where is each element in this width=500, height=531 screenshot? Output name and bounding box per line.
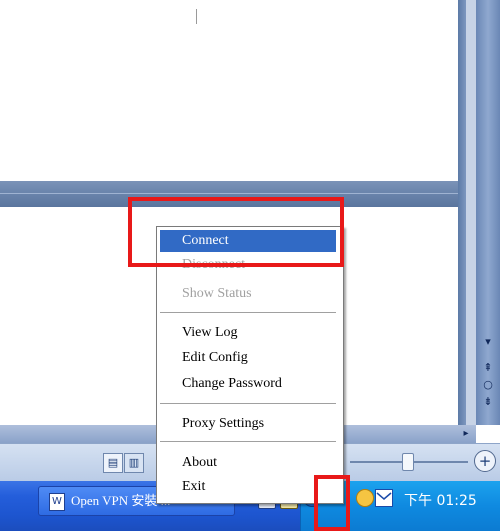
menu-separator xyxy=(160,441,336,444)
full-screen-reading-view-icon[interactable]: ▥ xyxy=(124,453,144,473)
menu-item-proxy-settings[interactable]: Proxy Settings xyxy=(160,413,336,435)
previous-page-icon[interactable]: ⇞ xyxy=(478,360,498,376)
scroll-right-arrow-icon[interactable]: ▸ xyxy=(458,427,474,441)
zoom-in-icon[interactable]: + xyxy=(474,450,496,472)
text-cursor xyxy=(196,9,197,24)
menu-separator xyxy=(160,403,336,406)
mail-icon[interactable] xyxy=(375,489,393,507)
print-layout-view-icon[interactable]: ▤ xyxy=(103,453,123,473)
menu-item-exit[interactable]: Exit xyxy=(160,476,336,498)
menu-item-about[interactable]: About xyxy=(160,452,336,474)
menu-separator xyxy=(160,312,336,315)
word-document-icon: W xyxy=(49,493,65,511)
menu-item-view-log[interactable]: View Log xyxy=(160,322,336,344)
taskbar-clock[interactable]: 下午 01:25 xyxy=(404,490,477,510)
menu-item-change-password[interactable]: Change Password xyxy=(160,373,336,395)
scrollbar-track[interactable] xyxy=(466,0,476,425)
document-page-top xyxy=(0,0,458,181)
scroll-down-arrow-icon[interactable]: ▾ xyxy=(478,334,498,350)
openvpn-context-menu: Connect Disconnect Show Status View Log … xyxy=(156,226,344,504)
document-margin xyxy=(458,0,466,425)
zoom-slider-thumb[interactable] xyxy=(402,453,414,471)
highlight-box-tray-icon xyxy=(314,475,350,531)
menu-item-edit-config[interactable]: Edit Config xyxy=(160,347,336,369)
menu-item-show-status: Show Status xyxy=(182,286,252,301)
next-page-icon[interactable]: ⇟ xyxy=(478,394,498,410)
highlight-box-connect xyxy=(128,197,344,267)
page-separator-line xyxy=(0,193,458,194)
select-browse-object-icon[interactable]: ○ xyxy=(478,377,498,393)
messenger-icon[interactable] xyxy=(356,489,374,507)
